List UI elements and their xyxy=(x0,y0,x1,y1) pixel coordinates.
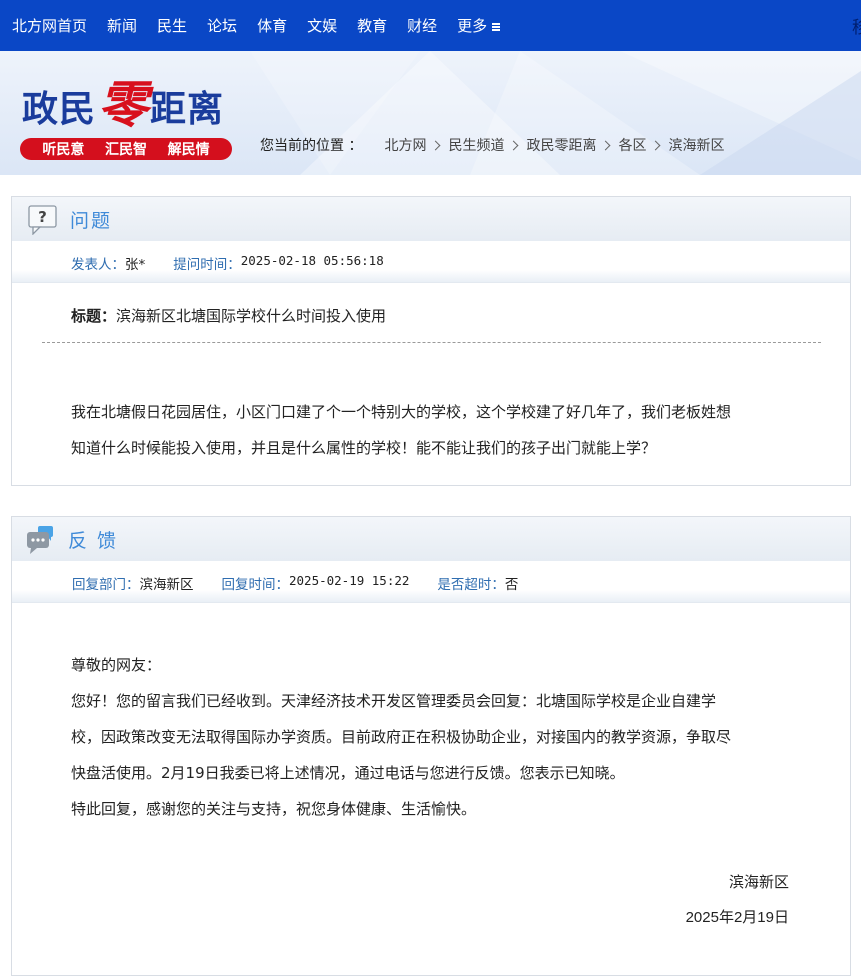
reply-line: 快盘活使用。2月19日我委已将上述情况，通过电话与您进行反馈。您表示已知晓。 xyxy=(71,764,625,782)
overdue-value: 否 xyxy=(504,577,519,593)
logo-text-part3: 距离 xyxy=(150,88,225,130)
nav-items: 北方网首页 新闻 民生 论坛 体育 文娱 教育 财经 更多 xyxy=(12,0,501,51)
reply-body: 尊敬的网友： 您好！您的留言我们已经收到。天津经济技术开发区管理委员会回复：北塘… xyxy=(71,647,791,827)
nav-item-livelihood[interactable]: 民生 xyxy=(157,15,187,36)
question-heading: 问题 xyxy=(70,210,113,232)
chevron-right-icon xyxy=(651,140,661,150)
question-panel: ? 问题 发表人： 张* 提问时间： 2025-02-18 05:56:18 标… xyxy=(11,196,851,486)
question-title: 标题：滨海新区北塘国际学校什么时间投入使用 xyxy=(71,305,386,326)
breadcrumb-item-livelihood-channel[interactable]: 民生频道 xyxy=(448,135,504,155)
breadcrumb-item-beifang[interactable]: 北方网 xyxy=(384,135,426,155)
question-body: 我在北塘假日花园居住，小区门口建了个一个特别大的学校，这个学校建了好几年了，我们… xyxy=(71,394,791,466)
question-panel-header: ? 问题 xyxy=(12,197,850,241)
poster-name: 张* xyxy=(125,257,146,273)
reply-panel-header: 反 馈 xyxy=(12,517,850,561)
signature-date: 2025年2月19日 xyxy=(685,909,789,926)
signature-dept: 滨海新区 xyxy=(728,873,789,891)
nav-item-education[interactable]: 教育 xyxy=(357,15,387,36)
poster-label: 发表人： xyxy=(71,257,125,273)
question-body-line: 我在北塘假日花园居住，小区门口建了个一个特别大的学校，这个学校建了好几年了，我们… xyxy=(71,403,732,421)
question-meta: 发表人： 张* 提问时间： 2025-02-18 05:56:18 xyxy=(12,241,850,283)
banner: 政民 零 距离 听民意 汇民智 解民情 您当前的位置 ： 北方网 民生频道 政民… xyxy=(0,51,861,175)
question-title-text: 滨海新区北塘国际学校什么时间投入使用 xyxy=(116,307,387,325)
slogan-item: 汇民智 xyxy=(104,142,147,158)
nav-item-more[interactable]: 更多 xyxy=(457,15,501,36)
breadcrumb: 您当前的位置 ： 北方网 民生频道 政民零距离 各区 滨海新区 xyxy=(260,135,724,155)
reply-panel: 反 馈 回复部门： 滨海新区 回复时间： 2025-02-19 15:22 是否… xyxy=(11,516,851,976)
question-time: 2025-02-18 05:56:18 xyxy=(240,253,384,268)
logo-text-part2: 零 xyxy=(98,75,149,134)
breadcrumb-item-zero-distance[interactable]: 政民零距离 xyxy=(526,135,596,155)
reply-dept: 滨海新区 xyxy=(139,577,194,593)
reply-time-label: 回复时间： xyxy=(221,577,290,593)
nav-more-label: 更多 xyxy=(457,17,488,35)
logo-text-part1: 政民 xyxy=(22,88,97,130)
chevron-right-icon xyxy=(509,140,519,150)
logo-slogan: 听民意 汇民智 解民情 xyxy=(20,138,232,160)
reply-line: 校，因政策改变无法取得国际办学资质。目前政府正在积极协助企业，对接国内的教学资源… xyxy=(71,728,732,746)
reply-dept-label: 回复部门： xyxy=(72,577,140,593)
slogan-item: 解民情 xyxy=(167,142,210,158)
nav-item-finance[interactable]: 财经 xyxy=(407,15,437,36)
reply-greeting: 尊敬的网友： xyxy=(71,656,162,674)
question-body-line: 知道什么时候能投入使用，并且是什么属性的学校！能不能让我们的孩子出门就能上学？ xyxy=(71,439,657,457)
nav-item-forum[interactable]: 论坛 xyxy=(207,15,237,36)
question-icon: ? xyxy=(28,205,57,235)
overdue-label: 是否超时： xyxy=(437,577,505,593)
logo[interactable]: 政民 零 距离 听民意 汇民智 解民情 xyxy=(20,63,250,173)
nav-item-entertainment[interactable]: 文娱 xyxy=(307,15,337,36)
question-title-label: 标题： xyxy=(71,307,117,325)
nav-item-home[interactable]: 北方网首页 xyxy=(12,15,87,36)
nav-item-news[interactable]: 新闻 xyxy=(107,15,137,36)
nav-item-sports[interactable]: 体育 xyxy=(257,15,287,36)
breadcrumb-item-districts[interactable]: 各区 xyxy=(618,135,646,155)
logo-title: 政民 零 距离 xyxy=(22,75,225,134)
nav-edge-char[interactable]: 移 xyxy=(852,13,861,38)
svg-text:?: ? xyxy=(38,208,47,226)
reply-signature: 滨海新区 2025年2月19日 xyxy=(686,864,789,936)
menu-icon xyxy=(492,22,501,32)
reply-heading: 反 馈 xyxy=(68,530,119,552)
question-time-label: 提问时间： xyxy=(173,257,241,273)
slogan-item: 听民意 xyxy=(42,142,85,158)
reply-time: 2025-02-19 15:22 xyxy=(289,573,410,588)
breadcrumb-label: 您当前的位置 ： xyxy=(260,138,363,154)
divider xyxy=(42,342,821,343)
chevron-right-icon xyxy=(601,140,611,150)
reply-line: 特此回复，感谢您的关注与支持，祝您身体健康、生活愉快。 xyxy=(71,800,477,818)
top-nav: 北方网首页 新闻 民生 论坛 体育 文娱 教育 财经 更多 移 xyxy=(0,0,861,51)
breadcrumb-item-binhai[interactable]: 滨海新区 xyxy=(668,135,724,155)
reply-line: 您好！您的留言我们已经收到。天津经济技术开发区管理委员会回复：北塘国际学校是企业… xyxy=(71,692,717,710)
reply-meta: 回复部门： 滨海新区 回复时间： 2025-02-19 15:22 是否超时： … xyxy=(12,561,850,603)
chevron-right-icon xyxy=(431,140,441,150)
chat-bubbles-icon xyxy=(27,526,53,554)
